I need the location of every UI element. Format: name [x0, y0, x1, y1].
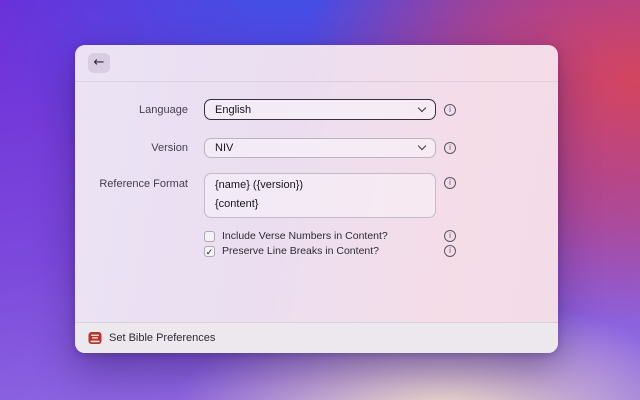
back-button[interactable]: ←: [88, 53, 110, 73]
bible-app-icon: [88, 331, 102, 345]
line-breaks-info-icon[interactable]: i: [444, 245, 456, 257]
line-breaks-label: Preserve Line Breaks in Content?: [222, 245, 380, 257]
version-select[interactable]: NIV: [204, 138, 436, 158]
verse-numbers-checkbox[interactable]: [204, 230, 215, 242]
line-breaks-row: ✓ Preserve Line Breaks in Content? i: [75, 244, 558, 258]
verse-numbers-info-icon[interactable]: i: [444, 230, 456, 242]
chevron-down-icon: [417, 103, 427, 112]
version-info-icon[interactable]: i: [444, 142, 456, 154]
version-value: NIV: [215, 142, 234, 154]
language-label: Language: [139, 103, 188, 116]
reference-format-row: Reference Format {name} ({version}) {con…: [75, 173, 558, 218]
verse-numbers-row: Include Verse Numbers in Content? i: [75, 229, 558, 243]
language-row: Language English i: [75, 99, 558, 120]
preferences-form: Language English i Version NIV i Referen…: [75, 82, 558, 322]
language-value: English: [215, 103, 252, 116]
preferences-window: ← Language English i Version NIV i Refer…: [75, 45, 558, 353]
version-row: Version NIV i: [75, 138, 558, 158]
chevron-down-icon: [417, 141, 427, 151]
window-header: ←: [75, 45, 558, 82]
version-label: Version: [151, 142, 188, 154]
language-info-icon[interactable]: i: [444, 103, 456, 116]
reference-format-line: {name} ({version}): [215, 179, 304, 191]
window-title: Set Bible Preferences: [109, 332, 216, 344]
line-breaks-checkbox[interactable]: ✓: [204, 245, 215, 257]
reference-format-line: {content}: [215, 198, 259, 210]
status-bar: Set Bible Preferences: [75, 322, 558, 353]
language-select[interactable]: English: [204, 99, 436, 120]
reference-format-textarea[interactable]: {name} ({version}) {content}: [204, 173, 436, 218]
verse-numbers-label: Include Verse Numbers in Content?: [222, 230, 388, 242]
desktop-background: ← Language English i Version NIV i Refer…: [0, 0, 640, 400]
reference-format-label: Reference Format: [99, 178, 188, 190]
reference-format-info-icon[interactable]: i: [444, 177, 456, 189]
